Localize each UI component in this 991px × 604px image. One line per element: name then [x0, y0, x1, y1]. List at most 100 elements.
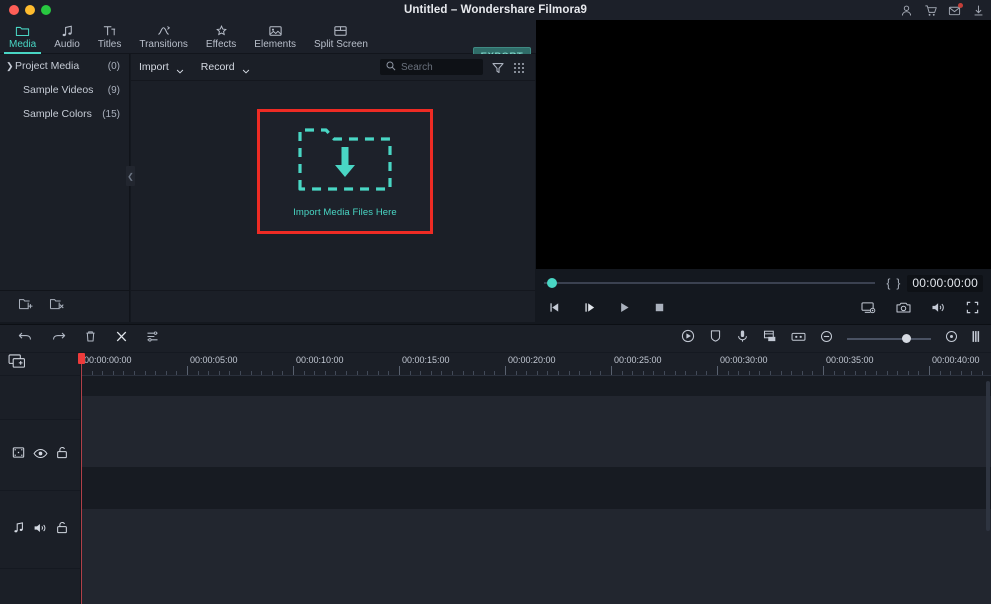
- mark-in-button[interactable]: {: [883, 276, 893, 290]
- timeline-ruler[interactable]: 00:00:00:0000:00:05:0000:00:10:0000:00:1…: [81, 353, 991, 376]
- music-track-icon[interactable]: [12, 521, 25, 539]
- seek-knob[interactable]: [547, 278, 557, 288]
- play-frame-button[interactable]: [583, 301, 596, 319]
- preview-timecode[interactable]: 00:00:00:00: [907, 275, 983, 292]
- timeline-toolbar: [0, 325, 991, 353]
- track-lane-video[interactable]: [81, 396, 991, 467]
- record-dropdown[interactable]: Record: [201, 61, 249, 73]
- ruler-minor-tick: [971, 371, 972, 375]
- cart-icon[interactable]: [924, 4, 937, 17]
- import-dropzone[interactable]: Import Media Files Here: [260, 112, 430, 231]
- player-seek-bar: { } 00:00:00:00: [536, 271, 991, 295]
- ruler-minor-tick: [304, 371, 305, 375]
- tab-media[interactable]: Media: [0, 20, 45, 54]
- volume-button[interactable]: [931, 301, 946, 319]
- zoom-slider[interactable]: [847, 338, 931, 340]
- panel-collapse-handle[interactable]: ❮: [126, 166, 135, 186]
- filter-icon[interactable]: [492, 61, 504, 73]
- delete-button[interactable]: [84, 330, 97, 348]
- ruler-minor-tick: [982, 371, 983, 375]
- voiceover-button[interactable]: [736, 329, 749, 348]
- video-track-icon[interactable]: [12, 446, 25, 464]
- speed-button[interactable]: [681, 329, 695, 348]
- zoom-out-button[interactable]: [820, 330, 833, 348]
- mark-out-button[interactable]: }: [893, 276, 903, 290]
- tab-transitions[interactable]: Transitions: [130, 20, 197, 54]
- library-item-sample-colors[interactable]: Sample Colors (15): [0, 102, 129, 126]
- ruler-minor-tick: [282, 371, 283, 375]
- fullscreen-button[interactable]: [966, 301, 979, 319]
- play-button[interactable]: [618, 301, 631, 319]
- green-screen-button[interactable]: [763, 329, 777, 348]
- tab-split-screen[interactable]: Split Screen: [305, 20, 377, 54]
- maximize-window-button[interactable]: [41, 5, 51, 15]
- split-button[interactable]: [115, 330, 128, 348]
- track-lane-top[interactable]: [81, 376, 991, 396]
- tab-elements[interactable]: Elements: [245, 20, 305, 54]
- timeline-vertical-scrollbar[interactable]: [986, 381, 990, 531]
- delete-folder-icon[interactable]: [49, 297, 66, 316]
- marker-button[interactable]: [791, 330, 806, 348]
- import-dropzone-highlight: Import Media Files Here: [257, 109, 433, 234]
- crop-button[interactable]: [709, 329, 722, 348]
- eye-visibility-icon[interactable]: [33, 446, 48, 464]
- chevron-down-icon: [242, 65, 249, 70]
- ruler-minor-tick: [431, 371, 432, 375]
- chevron-right-icon[interactable]: ❯: [6, 61, 14, 72]
- previous-frame-button[interactable]: [548, 301, 561, 319]
- tab-effects[interactable]: Effects: [197, 20, 245, 54]
- display-settings-button[interactable]: [861, 301, 876, 319]
- video-preview-area[interactable]: [536, 20, 991, 269]
- lock-icon[interactable]: [56, 446, 68, 464]
- render-preview-button[interactable]: [972, 330, 981, 348]
- redo-button[interactable]: [51, 330, 66, 348]
- undo-button[interactable]: [18, 330, 33, 348]
- speaker-mute-icon[interactable]: [33, 521, 48, 539]
- track-lane-divider[interactable]: [81, 467, 991, 509]
- close-window-button[interactable]: [9, 5, 19, 15]
- zoom-slider-knob[interactable]: [902, 334, 911, 343]
- playhead-handle[interactable]: [78, 353, 85, 364]
- ruler-minor-tick: [314, 371, 315, 375]
- ruler-minor-tick: [176, 371, 177, 375]
- ruler-minor-tick: [781, 371, 782, 375]
- ruler-minor-tick: [537, 371, 538, 375]
- import-label: Import: [139, 61, 169, 73]
- playhead[interactable]: [81, 353, 82, 604]
- snapshot-button[interactable]: [896, 301, 911, 319]
- new-folder-icon[interactable]: [18, 297, 35, 316]
- add-track-button[interactable]: [0, 353, 80, 376]
- ruler-minor-tick: [600, 371, 601, 375]
- track-header-empty-top: [0, 376, 80, 420]
- ruler-minor-tick: [940, 371, 941, 375]
- search-input[interactable]: Search: [380, 59, 483, 75]
- ruler-minor-tick: [685, 371, 686, 375]
- minimize-window-button[interactable]: [25, 5, 35, 15]
- mail-icon[interactable]: [948, 4, 961, 17]
- zoom-fit-button[interactable]: [945, 330, 958, 348]
- seek-track[interactable]: [544, 282, 875, 284]
- library-item-sample-videos[interactable]: Sample Videos (9): [0, 78, 129, 102]
- tab-titles[interactable]: Titles: [89, 20, 131, 54]
- preview-player: { } 00:00:00:00: [536, 20, 991, 322]
- tab-audio[interactable]: Audio: [45, 20, 89, 54]
- ruler-label: 00:00:30:00: [720, 355, 768, 365]
- library-item-project-media[interactable]: ❯ Project Media (0): [0, 54, 129, 78]
- download-icon[interactable]: [972, 4, 985, 17]
- ruler-minor-tick: [335, 371, 336, 375]
- player-controls: [536, 298, 991, 322]
- ruler-minor-tick: [622, 371, 623, 375]
- ruler-label: 00:00:35:00: [826, 355, 874, 365]
- media-canvas[interactable]: Import Media Files Here: [131, 82, 535, 290]
- stop-button[interactable]: [653, 301, 666, 319]
- grid-view-icon[interactable]: [513, 61, 525, 73]
- tab-elements-label: Elements: [254, 39, 296, 50]
- track-lane-audio[interactable]: [81, 509, 991, 604]
- account-icon[interactable]: [900, 4, 913, 17]
- ruler-minor-tick: [357, 371, 358, 375]
- adjust-button[interactable]: [146, 330, 159, 348]
- tab-transitions-label: Transitions: [139, 39, 188, 50]
- import-dropdown[interactable]: Import: [139, 61, 183, 73]
- ruler-label: 00:00:15:00: [402, 355, 450, 365]
- lock-icon[interactable]: [56, 521, 68, 539]
